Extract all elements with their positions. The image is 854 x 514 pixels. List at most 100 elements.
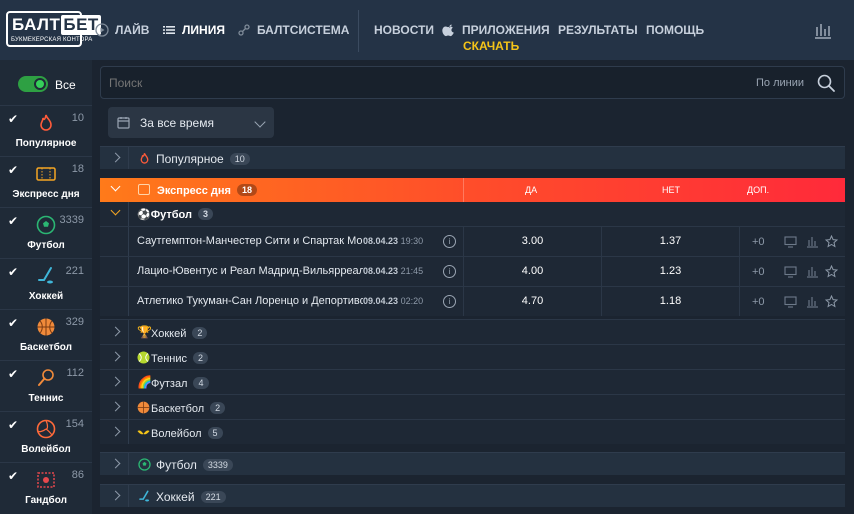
chevron-right-icon — [110, 326, 121, 337]
odd-yes[interactable]: 3.00 — [463, 227, 601, 256]
event-time: 19:30 — [400, 236, 424, 246]
nav-help[interactable]: ПОМОЩЬ — [646, 23, 704, 37]
search-icon[interactable] — [816, 73, 836, 93]
row-divider — [128, 420, 129, 444]
count-badge: 5 — [207, 427, 223, 439]
football-icon — [138, 458, 151, 471]
sidebar-item-popular[interactable]: ✔ 10 Популярное — [0, 105, 92, 155]
sidebar-item-handball[interactable]: ✔ 86 Гандбол — [0, 462, 92, 512]
star-icon[interactable] — [824, 234, 839, 248]
event-date: 08.04.23 — [363, 236, 399, 246]
express-group-basketball[interactable]: Баскетбол 2 — [100, 394, 845, 419]
event-name: Саутгемптон-Манчестер Сити и Спартак Мос… — [137, 235, 363, 247]
star-icon[interactable] — [824, 264, 839, 278]
nav-results-label: РЕЗУЛЬТАТЫ — [558, 23, 638, 37]
row-divider — [128, 370, 129, 394]
event-row[interactable]: Лацио-Ювентус и Реал Мадрид-Вильярреал 0… — [100, 256, 845, 286]
event-row[interactable]: Атлетико Тукуман-Сан Лоренцо и Депортиво… — [100, 286, 845, 316]
tv-icon[interactable] — [784, 295, 797, 308]
express-group-futsal[interactable]: 🌈 Футзал 4 — [100, 369, 845, 394]
football-icon — [36, 215, 56, 235]
express-group-volleyball[interactable]: Волейбол 5 — [100, 419, 845, 444]
play-icon — [95, 23, 109, 37]
sidebar-item-football[interactable]: ✔ 3339 Футбол — [0, 207, 92, 257]
odd-no[interactable]: 1.37 — [601, 227, 739, 256]
count-badge: 2 — [210, 402, 226, 414]
chevron-down-icon — [110, 205, 121, 216]
stats-icon[interactable] — [806, 235, 819, 248]
sidebar-item-label: Гандбол — [25, 495, 67, 506]
nav-results[interactable]: РЕЗУЛЬТАТЫ — [558, 23, 638, 37]
info-icon[interactable]: i — [443, 235, 456, 248]
check-icon: ✔ — [8, 214, 19, 228]
star-icon[interactable] — [824, 294, 839, 308]
sidebar-item-count: 18 — [71, 163, 84, 175]
baltbet-logo[interactable]: БАЛТ БЕТ БУКМЕКЕРСКАЯ КОНТОРА — [6, 11, 101, 47]
period-select-label: За все время — [140, 116, 214, 130]
group-label: Футзал 4 — [151, 377, 209, 390]
odd-no[interactable]: 1.23 — [601, 257, 739, 286]
sidebar-item-count: 221 — [65, 265, 84, 277]
search-scope-label[interactable]: По линии — [756, 77, 804, 89]
category-label: Хоккей 221 — [156, 490, 226, 504]
group-name: Хоккей — [151, 328, 187, 340]
download-link[interactable]: СКАЧАТЬ — [463, 39, 519, 53]
nav-baltsystem[interactable]: БАЛТСИСТЕМА — [237, 23, 349, 37]
search-input[interactable] — [109, 76, 709, 90]
express-ticket-icon — [36, 164, 56, 184]
category-row-hockey[interactable]: Хоккей 221 — [100, 484, 845, 507]
express-group-football[interactable]: ⚽Футбол 3 — [100, 202, 845, 226]
express-group-tennis[interactable]: Теннис 2 — [100, 344, 845, 369]
event-time: 02:20 — [400, 296, 424, 306]
check-icon: ✔ — [8, 265, 19, 279]
sidebar-item-volleyball[interactable]: ✔ 154 Волейбол — [0, 411, 92, 461]
express-day-header[interactable]: Экспресс дня 18 ДА НЕТ ДОП. — [100, 178, 845, 202]
event-date: 08.04.23 — [363, 266, 399, 276]
sidebar-item-basketball[interactable]: ✔ 329 Баскетбол — [0, 309, 92, 359]
sidebar-item-label: Волейбол — [21, 444, 71, 455]
more-markets[interactable]: +0 — [752, 296, 765, 308]
nav-apps[interactable]: ПРИЛОЖЕНИЯ — [442, 23, 550, 37]
nav-line[interactable]: ЛИНИЯ — [162, 23, 225, 37]
count-badge: 18 — [236, 184, 257, 196]
all-sports-toggle[interactable] — [18, 76, 48, 92]
check-icon: ✔ — [8, 367, 19, 381]
odd-yes[interactable]: 4.70 — [463, 287, 601, 316]
info-icon[interactable]: i — [443, 295, 456, 308]
sidebar-item-count: 86 — [71, 469, 84, 481]
express-group-hockey[interactable]: 🏆 Хоккей 2 — [100, 319, 845, 344]
more-markets[interactable]: +0 — [752, 266, 765, 278]
rainbow-icon: 🌈 — [137, 375, 152, 389]
category-name: Популярное — [156, 152, 224, 166]
statistics-icon[interactable] — [813, 20, 833, 40]
sidebar-item-express[interactable]: ✔ 18 Экспресс дня — [0, 156, 92, 206]
nav-help-label: ПОМОЩЬ — [646, 23, 705, 37]
odd-no[interactable]: 1.18 — [601, 287, 739, 316]
odd-divider — [739, 227, 740, 256]
stats-icon[interactable] — [806, 295, 819, 308]
period-select[interactable]: За все время — [108, 107, 274, 138]
category-row-popular[interactable]: Популярное 10 — [100, 146, 845, 169]
nav-news[interactable]: НОВОСТИ — [374, 23, 434, 37]
sidebar-item-count: 329 — [65, 316, 84, 328]
event-datetime: 08.04.23 19:30 — [363, 236, 423, 246]
group-name: Волейбол — [151, 428, 202, 440]
more-markets[interactable]: +0 — [752, 236, 765, 248]
network-icon — [237, 23, 251, 37]
nav-live-label: ЛАЙВ — [115, 23, 150, 37]
sidebar-item-count: 10 — [71, 112, 84, 124]
row-divider — [128, 202, 129, 226]
sidebar-item-hockey[interactable]: ✔ 221 Хоккей — [0, 258, 92, 308]
stats-icon[interactable] — [806, 265, 819, 278]
category-row-football[interactable]: Футбол 3339 — [100, 452, 845, 475]
nav-baltsystem-label: БАЛТСИСТЕМА — [257, 23, 350, 37]
nav-live[interactable]: ЛАЙВ — [95, 23, 149, 37]
odd-yes[interactable]: 4.00 — [463, 257, 601, 286]
column-header-yes: ДА — [525, 185, 538, 195]
info-icon[interactable]: i — [443, 265, 456, 278]
tv-icon[interactable] — [784, 235, 797, 248]
group-label: Хоккей 2 — [151, 327, 208, 340]
sidebar-item-tennis[interactable]: ✔ 112 Теннис — [0, 360, 92, 410]
tv-icon[interactable] — [784, 265, 797, 278]
event-row[interactable]: Саутгемптон-Манчестер Сити и Спартак Мос… — [100, 226, 845, 256]
